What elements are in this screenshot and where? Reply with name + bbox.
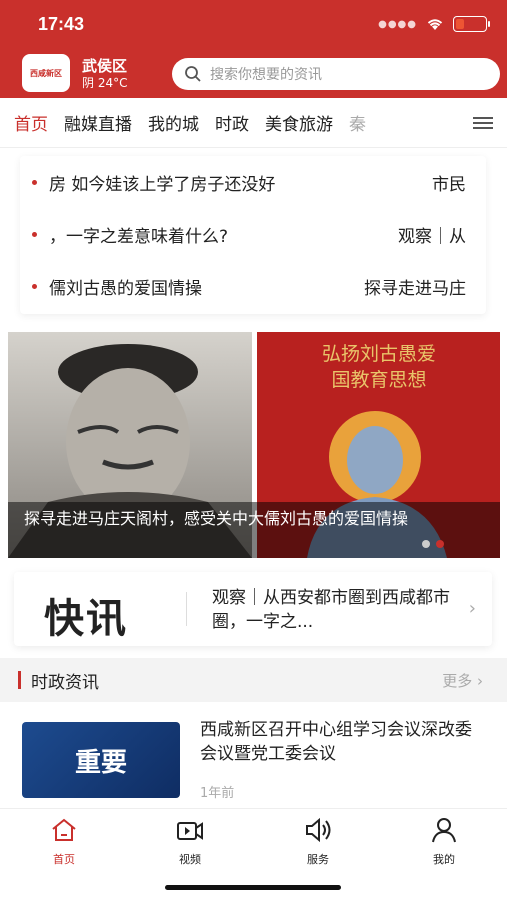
headline-text: 儒刘古愚的爱国情操 bbox=[49, 278, 202, 299]
divider bbox=[186, 592, 187, 626]
tab-qin[interactable]: 秦 bbox=[349, 110, 366, 135]
headline-text-next: 观察｜从 bbox=[398, 226, 466, 247]
article-title: 西咸新区召开中心组学习会议深改委会议暨党工委会议 bbox=[200, 720, 472, 764]
tab-my-city[interactable]: 我的城 bbox=[148, 110, 199, 135]
tab-food-travel[interactable]: 美食旅游 bbox=[265, 110, 333, 135]
battery-icon bbox=[453, 16, 490, 32]
thumb-text: 重要 bbox=[74, 747, 127, 778]
tab-live[interactable]: 融媒直播 bbox=[64, 110, 132, 135]
flash-text: 观察｜从西安都市圈到西咸都市圈，一字之... bbox=[212, 588, 450, 632]
home-icon bbox=[52, 818, 76, 841]
flash-logo: 快讯 bbox=[44, 596, 128, 642]
nav-label: 服务 bbox=[307, 853, 329, 866]
section-title: 时政资讯 bbox=[31, 672, 99, 693]
search-icon bbox=[185, 66, 201, 82]
tab-home[interactable]: 首页 bbox=[14, 110, 48, 135]
section-marker bbox=[18, 671, 21, 689]
article-item[interactable]: 重要 西咸新区召开中心组学习会议深改委会议暨党工委会议 1年前 bbox=[0, 712, 507, 808]
slogan-line-1: 弘扬刘古愚爱 bbox=[322, 343, 436, 365]
nav-video[interactable]: 视频 bbox=[160, 815, 220, 867]
user-icon bbox=[432, 818, 456, 843]
status-icons: ●●●● bbox=[378, 16, 490, 32]
video-icon bbox=[177, 822, 203, 840]
signal-icon: ●●●● bbox=[378, 18, 417, 30]
headline-text: ，一字之差意味着什么? bbox=[49, 226, 229, 247]
list-item[interactable]: 儒刘古愚的爱国情操 探寻走进马庄 bbox=[20, 260, 486, 312]
search-input[interactable]: 搜索你想要的资讯 bbox=[172, 58, 500, 90]
status-time: 17:43 bbox=[38, 14, 85, 34]
bottom-nav: 首页 视频 服务 我的 bbox=[0, 808, 507, 900]
article-thumbnail: 重要 bbox=[22, 722, 180, 798]
nav-label: 首页 bbox=[53, 853, 75, 866]
app-header: 17:43 ●●●● 西咸新区 武侯区 阴 24°C 搜索你想要的资讯 bbox=[0, 0, 507, 98]
list-item[interactable]: ，一字之差意味着什么? 观察｜从 bbox=[20, 208, 486, 260]
flash-news[interactable]: 快讯 观察｜从西安都市圈到西咸都市圈，一字之... › bbox=[14, 572, 492, 646]
banner-caption: 探寻走进马庄天阁村，感受关中大儒刘古愚的爱国情操 bbox=[8, 502, 500, 558]
nav-service[interactable]: 服务 bbox=[288, 815, 348, 867]
list-item[interactable]: 房 如今娃该上学了房子还没好 市民 bbox=[20, 156, 486, 208]
headline-list: 房 如今娃该上学了房子还没好 市民 ，一字之差意味着什么? 观察｜从 儒刘古愚的… bbox=[20, 156, 486, 314]
section-header: 时政资讯 更多 › bbox=[0, 658, 507, 702]
menu-icon[interactable] bbox=[473, 114, 493, 130]
headline-text-next: 市民 bbox=[432, 174, 466, 195]
speaker-icon bbox=[306, 817, 331, 843]
wifi-icon bbox=[427, 19, 443, 30]
bullet-icon bbox=[32, 283, 37, 289]
article-time: 1年前 bbox=[200, 786, 235, 801]
nav-home[interactable]: 首页 bbox=[34, 815, 94, 867]
search-placeholder: 搜索你想要的资讯 bbox=[210, 67, 322, 83]
app-logo[interactable]: 西咸新区 bbox=[22, 54, 70, 92]
slogan-line-2: 国教育思想 bbox=[331, 369, 426, 391]
category-tabs: 首页 融媒直播 我的城 时政 美食旅游 秦 bbox=[0, 98, 507, 148]
district-name[interactable]: 武侯区 bbox=[82, 55, 127, 76]
headline-text-next: 探寻走进马庄 bbox=[364, 278, 466, 299]
banner-carousel[interactable]: 弘扬刘古愚爱 国教育思想 探寻走进马庄天阁村，感受关中大儒刘古愚的爱国情操 bbox=[8, 332, 500, 558]
logo-text: 西咸新区 bbox=[30, 68, 62, 78]
bullet-icon bbox=[32, 179, 37, 185]
home-indicator bbox=[165, 885, 341, 890]
carousel-indicator bbox=[422, 540, 444, 548]
chevron-right-icon: › bbox=[468, 598, 476, 619]
nav-label: 视频 bbox=[179, 853, 201, 866]
nav-label: 我的 bbox=[433, 853, 455, 866]
more-link[interactable]: 更多 › bbox=[442, 670, 483, 691]
weather-info: 阴 24°C bbox=[82, 76, 128, 90]
nav-profile[interactable]: 我的 bbox=[414, 815, 474, 867]
tab-politics[interactable]: 时政 bbox=[215, 110, 249, 135]
bullet-icon bbox=[32, 231, 37, 237]
headline-text: 房 如今娃该上学了房子还没好 bbox=[49, 174, 276, 195]
